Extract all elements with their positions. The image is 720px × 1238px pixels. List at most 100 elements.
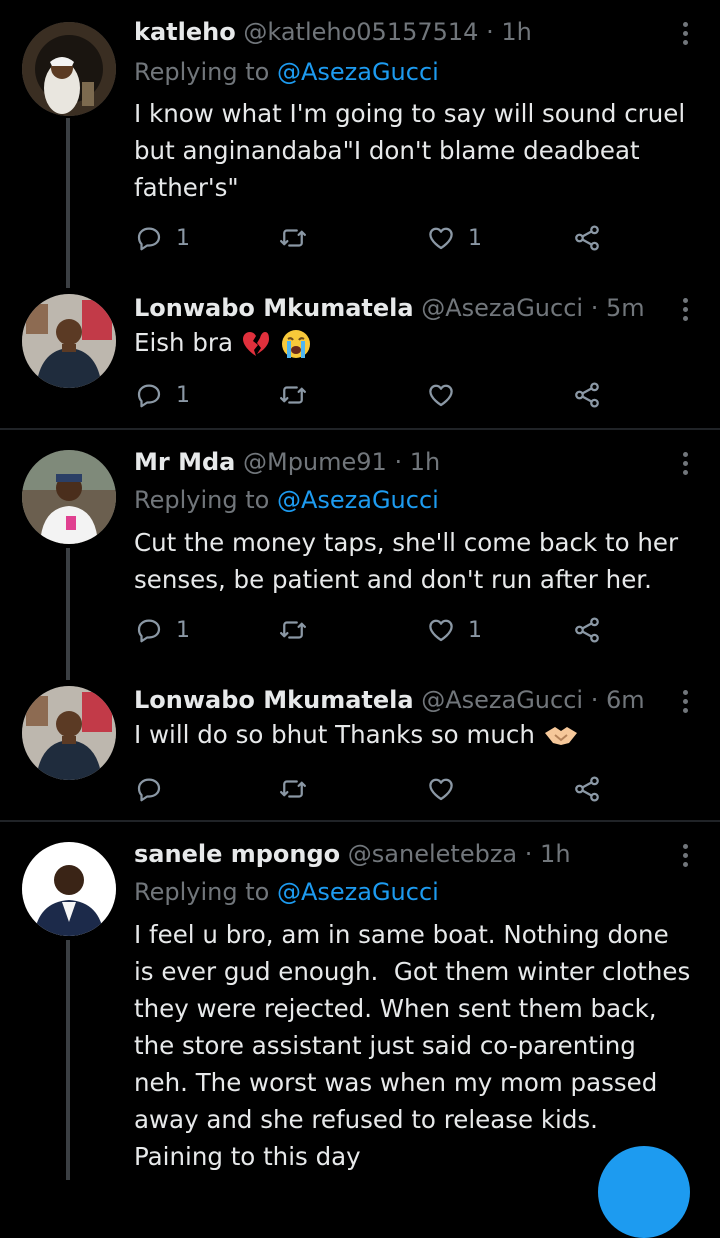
share-icon — [575, 225, 599, 251]
tweet-mr-mda[interactable]: Mr Mda @Mpume91 · 1h Replying to @AsezaG… — [0, 430, 720, 680]
replying-to: Replying to @AsezaGucci — [134, 874, 439, 910]
share-icon — [575, 617, 599, 643]
tweet-text-line: but anginandaba"I don't blame deadbeat — [134, 136, 640, 165]
retweet-button[interactable] — [278, 378, 308, 412]
retweet-icon — [280, 229, 306, 247]
replying-to: Replying to @AsezaGucci — [134, 482, 439, 518]
mention-link[interactable]: @AsezaGucci — [277, 58, 439, 86]
separator-dot: · — [486, 18, 494, 46]
more-options-icon[interactable] — [672, 16, 698, 50]
like-icon — [429, 227, 453, 250]
retweet-button[interactable] — [278, 221, 308, 255]
more-options-icon[interactable] — [672, 838, 698, 872]
tweet-text-line: I know what I'm going to say will sound … — [134, 99, 686, 128]
reply-button[interactable]: 1 — [134, 221, 190, 255]
tweet-text-line: the store assistant just said co-parenti… — [134, 1031, 636, 1060]
user-handle[interactable]: @AsezaGucci — [421, 294, 583, 322]
more-options-icon[interactable] — [672, 446, 698, 480]
like-icon — [429, 619, 453, 642]
timestamp[interactable]: 5m — [606, 294, 645, 322]
tweet-actions: 1 1 — [134, 221, 614, 255]
reply-count: 1 — [176, 617, 190, 643]
share-icon — [575, 382, 599, 408]
display-name[interactable]: Lonwabo Mkumatela — [134, 294, 414, 322]
tweet-text-line: Cut the money taps, she'll come back to … — [134, 528, 679, 557]
like-button[interactable]: 1 — [426, 221, 482, 255]
reply-count: 1 — [176, 225, 190, 251]
timestamp[interactable]: 6m — [606, 686, 645, 714]
reply-button[interactable]: 1 — [134, 378, 190, 412]
tweet-katleho[interactable]: katleho @katleho05157514 · 1h Replying t… — [0, 0, 720, 288]
like-count: 1 — [468, 225, 482, 251]
user-handle[interactable]: @katleho05157514 — [243, 18, 478, 46]
share-button[interactable] — [572, 613, 602, 647]
tweet-text-line: neh. The worst was when my mom passed — [134, 1068, 658, 1097]
separator-dot: · — [590, 294, 599, 322]
more-options-icon[interactable] — [672, 292, 698, 326]
tweet-text-line: senses, be patient and don't run after h… — [134, 565, 652, 594]
tweet-text-line: Eish bra — [134, 328, 234, 357]
avatar[interactable] — [22, 450, 116, 544]
separator-dot: · — [394, 448, 403, 476]
retweet-button[interactable] — [278, 772, 308, 806]
like-button[interactable]: 1 — [426, 613, 482, 647]
share-button[interactable] — [572, 378, 602, 412]
thread-connector — [66, 118, 70, 288]
replying-label: Replying to — [134, 58, 270, 86]
thread-connector — [66, 940, 70, 1180]
reply-button[interactable] — [134, 772, 164, 806]
display-name[interactable]: Mr Mda — [134, 448, 235, 476]
replying-label: Replying to — [134, 486, 270, 514]
avatar[interactable] — [22, 842, 116, 936]
user-handle[interactable]: @Mpume91 — [243, 448, 387, 476]
retweet-icon — [280, 780, 306, 798]
avatar[interactable] — [22, 22, 116, 116]
like-count: 1 — [468, 617, 482, 643]
separator-dot: · — [590, 686, 599, 714]
avatar[interactable] — [22, 686, 116, 780]
tweet-sanele-mpongo[interactable]: sanele mpongo @saneletebza · 1h Replying… — [0, 822, 720, 1180]
thread-connector — [66, 548, 70, 680]
tweet-lonwabo-reply-2[interactable]: Lonwabo Mkumatela @AsezaGucci · 6m I wil… — [0, 680, 720, 820]
tweet-actions — [134, 772, 614, 806]
timestamp[interactable]: 1h — [501, 18, 531, 46]
reply-icon — [137, 227, 161, 251]
more-options-icon[interactable] — [672, 684, 698, 718]
mention-link[interactable]: @AsezaGucci — [277, 878, 439, 906]
reply-icon — [137, 384, 161, 408]
share-button[interactable] — [572, 221, 602, 255]
user-handle[interactable]: @saneletebza — [348, 840, 517, 868]
broken-heart-emoji — [242, 332, 269, 356]
tweet-actions: 1 — [134, 378, 614, 412]
tweet-text-line: I feel u bro, am in same boat. Nothing d… — [134, 920, 669, 949]
tweet-text: Cut the money taps, she'll come back to … — [134, 524, 704, 598]
tweet-actions: 1 1 — [134, 613, 614, 647]
user-handle[interactable]: @AsezaGucci — [421, 686, 583, 714]
tweet-text: Eish bra — [134, 324, 704, 361]
handshake-emoji — [544, 727, 577, 745]
like-button[interactable] — [426, 772, 456, 806]
share-icon — [575, 776, 599, 802]
timestamp[interactable]: 1h — [410, 448, 440, 476]
display-name[interactable]: Lonwabo Mkumatela — [134, 686, 414, 714]
share-button[interactable] — [572, 772, 602, 806]
tweet-text: I will do so bhut Thanks so much — [134, 716, 704, 753]
like-button[interactable] — [426, 378, 456, 412]
reply-count: 1 — [176, 382, 190, 408]
retweet-button[interactable] — [278, 613, 308, 647]
display-name[interactable]: katleho — [134, 18, 236, 46]
tweet-text: I know what I'm going to say will sound … — [134, 95, 704, 206]
mention-link[interactable]: @AsezaGucci — [277, 486, 439, 514]
replying-to: Replying to @AsezaGucci — [134, 54, 439, 90]
tweet-lonwabo-reply-1[interactable]: Lonwabo Mkumatela @AsezaGucci · 5m Eish … — [0, 288, 720, 428]
compose-fab[interactable] — [598, 1146, 690, 1238]
avatar[interactable] — [22, 294, 116, 388]
reply-button[interactable]: 1 — [134, 613, 190, 647]
tweet-text-line: away and she refused to release kids. — [134, 1105, 598, 1134]
like-icon — [429, 778, 453, 801]
reply-icon — [137, 778, 161, 802]
timestamp[interactable]: 1h — [540, 840, 570, 868]
display-name[interactable]: sanele mpongo — [134, 840, 340, 868]
reply-icon — [137, 619, 161, 643]
tweet-text: I feel u bro, am in same boat. Nothing d… — [134, 916, 704, 1175]
